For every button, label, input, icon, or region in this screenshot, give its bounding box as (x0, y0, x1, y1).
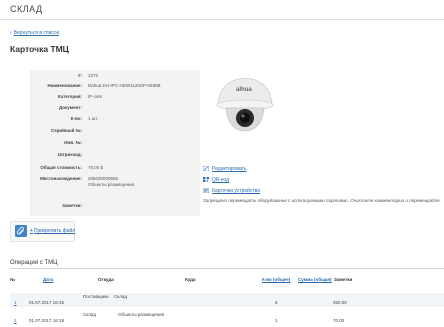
back-to-list-label: Вернуться в список (13, 30, 59, 36)
row-date: 01.07.2017 16:19 (29, 318, 65, 323)
camera-brand-logo: alhua (236, 87, 252, 93)
row-number-link[interactable]: 1 (14, 300, 17, 305)
item-photo: alhua (216, 77, 274, 132)
column-header-num: № (10, 277, 16, 282)
field-label: Инв. №: (64, 140, 82, 145)
row-to: Объекты размещения (118, 312, 165, 317)
attach-file-button[interactable]: +Прикрепить файл (10, 221, 75, 242)
row-from-source: Поставщики (83, 294, 109, 299)
field-label: Категория: (57, 94, 82, 99)
field-value: Dahua DH-IPC-HDW1120SP-0280B (88, 83, 161, 88)
pencil-icon (203, 166, 209, 171)
chevron-left-icon: ‹ (10, 30, 12, 36)
attach-file-label: +Прикрепить файл (30, 228, 75, 234)
field-value: 1 шт. (88, 116, 99, 121)
back-to-list-link[interactable]: ‹ Вернуться в список (10, 30, 59, 36)
paperclip-icon (15, 225, 27, 237)
column-header-to: Куда (185, 277, 196, 282)
divider (10, 268, 444, 269)
row-sum: 70.00 (333, 318, 345, 323)
edit-link[interactable]: Редактировать (203, 166, 247, 172)
field-value: IP-cam (88, 94, 103, 99)
field-label: Штрихкод: (58, 152, 82, 157)
field-label: Серийный №: (50, 128, 82, 133)
field-label: Местонахождение: (40, 176, 82, 181)
row-from-target: Склад (114, 294, 128, 299)
field-label: Документ: (59, 105, 82, 110)
table-header: № Дата Откуда Куда К-во (общее) Сумма (о… (10, 277, 444, 285)
table-row: 1 01.07.2017 16:15 Поставщики Склад 5 35… (10, 293, 444, 307)
field-value: 1272 (88, 73, 99, 78)
field-label: Общая стоимость: (40, 165, 82, 170)
row-sum: 350.00 (333, 300, 347, 305)
row-date: 01.07.2017 16:15 (29, 300, 65, 305)
item-details-panel: #: 1272 Наименование: Dahua DH-IPC-HDW1120… (30, 70, 200, 216)
qr-code-label: QR-код (212, 177, 229, 183)
table-row: 2 01.07.2017 16:19 Склад Объекты размеще… (10, 311, 444, 325)
operations-section-title: Операции с ТМЦ (10, 260, 58, 266)
field-value: 70.00 $ (88, 165, 104, 170)
plus-icon: + (30, 228, 33, 234)
row-qty: 1 (275, 318, 278, 323)
device-card-icon (203, 188, 209, 193)
move-warning-text: Запрещено перемещать оборудование с испо… (203, 198, 442, 203)
qr-code-icon (203, 177, 209, 182)
device-card-link[interactable]: Карточка устройства (203, 188, 260, 194)
column-header-qty[interactable]: К-во (общее) (262, 277, 290, 282)
field-label: Наименование: (47, 83, 82, 88)
attach-file-text: Прикрепить файл (33, 228, 76, 234)
field-label: #: (77, 73, 82, 78)
field-value: Объекты размещения (88, 182, 135, 187)
column-header-from: Откуда (98, 277, 114, 282)
column-header-date[interactable]: Дата (43, 277, 53, 282)
page-title: Карточка ТМЦ (10, 44, 69, 54)
app-header: СКЛАД (0, 0, 444, 20)
row-from-source: Склад (83, 312, 97, 317)
row-qty: 5 (275, 300, 278, 305)
field-label: К-во: (70, 116, 82, 121)
device-card-label: Карточка устройства (212, 188, 261, 194)
column-header-notes: Заметки (334, 277, 353, 282)
field-label: Заметки: (62, 203, 82, 208)
app-title: СКЛАД (10, 4, 43, 14)
qr-code-link[interactable]: QR-код (203, 177, 229, 183)
edit-label: Редактировать (212, 166, 247, 172)
row-number-link[interactable]: 2 (14, 318, 17, 323)
column-header-sum[interactable]: Сумма (общая) (298, 277, 332, 282)
